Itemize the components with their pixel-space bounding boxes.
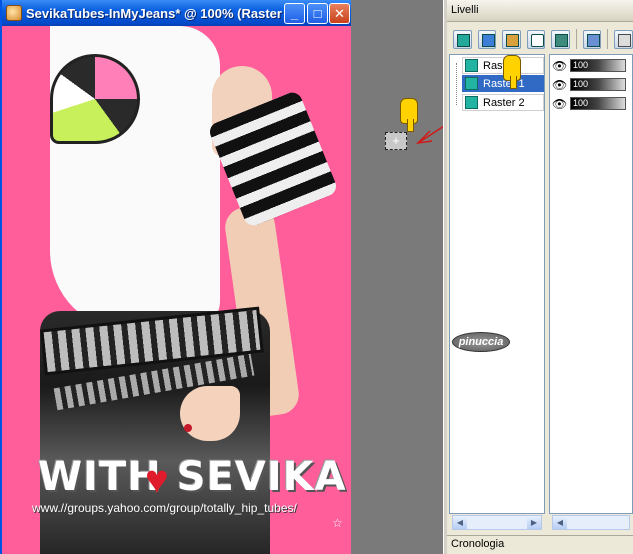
layer-list-scrollbar[interactable]: ◀ ▶ [452,515,542,530]
minimize-button[interactable]: _ [284,3,305,24]
layers-palette: Livelli Raster Raster 1 Raster 2 ◀ ▶ 👁 1… [447,0,633,554]
new-art-media-layer-icon[interactable] [502,29,521,49]
pointing-hand-icon [503,55,521,89]
opacity-slider[interactable]: 100 [570,59,626,72]
image-window-titlebar[interactable]: SevikaTubes-InMyJeans* @ 100% (Raster _ … [2,0,351,26]
opacity-slider[interactable]: 100 [570,78,626,91]
shirt-graphic [50,54,140,144]
layer-prop-row: 👁 100 [552,57,632,74]
raster-layer-icon [465,77,478,90]
new-raster-layer-icon[interactable] [453,29,472,49]
window-title: SevikaTubes-InMyJeans* @ 100% (Raster [26,5,282,21]
scroll-left-icon[interactable]: ◀ [553,516,567,529]
layer-prop-row: 👁 100 [552,95,632,112]
watermark-star: ☆ [332,516,343,530]
paintshop-icon [6,5,22,21]
tube-hand [180,386,240,441]
image-canvas[interactable]: WITH SEVIKA ♥ www.//groups.yahoo.com/gro… [2,26,351,554]
toolbar-separator [607,29,609,49]
toolbar-separator [575,29,577,49]
layer-list[interactable]: Raster Raster 1 Raster 2 ◀ ▶ [449,54,545,530]
layer-prop-row: 👁 100 [552,76,632,93]
close-button[interactable]: ✕ [329,3,350,24]
maximize-button[interactable]: □ [307,3,328,24]
properties-scrollbar[interactable]: ◀ [552,515,630,530]
palette-toolbar [447,26,633,52]
visibility-eye-icon[interactable]: 👁 [552,97,567,111]
red-nail [184,424,192,432]
new-mask-layer-icon[interactable] [526,29,546,49]
duplicate-layer-icon[interactable] [582,29,602,49]
visibility-eye-icon[interactable]: 👁 [552,59,567,73]
watermark-url: www.//groups.yahoo.com/group/totally_hip… [32,501,297,515]
raster-layer-icon [465,59,478,72]
layer-properties-list[interactable]: 👁 100 👁 100 👁 100 ◀ [549,54,633,530]
layer-tree-line [456,63,457,105]
watermark-name: WITH SEVIKA [38,454,347,500]
layer-icon: + [385,132,407,150]
palette-title: Livelli [447,0,633,22]
visibility-eye-icon[interactable]: 👁 [552,78,567,92]
layer-row-raster-2[interactable]: Raster 2 [462,94,544,111]
scroll-left-icon[interactable]: ◀ [453,516,467,529]
layer-label: Raster 2 [483,96,525,109]
image-window: SevikaTubes-InMyJeans* @ 100% (Raster _ … [0,0,351,554]
new-vector-layer-icon[interactable] [477,29,497,49]
history-tab[interactable]: Cronologia [447,535,633,554]
raster-layer-icon [465,96,478,109]
opacity-slider[interactable]: 100 [570,97,626,110]
signature-logo: pinuccia [452,332,510,352]
scroll-right-icon[interactable]: ▶ [527,516,541,529]
heart-icon: ♥ [145,458,169,502]
new-adjustment-layer-icon[interactable] [551,29,570,49]
layer-properties-icon[interactable] [614,29,633,49]
